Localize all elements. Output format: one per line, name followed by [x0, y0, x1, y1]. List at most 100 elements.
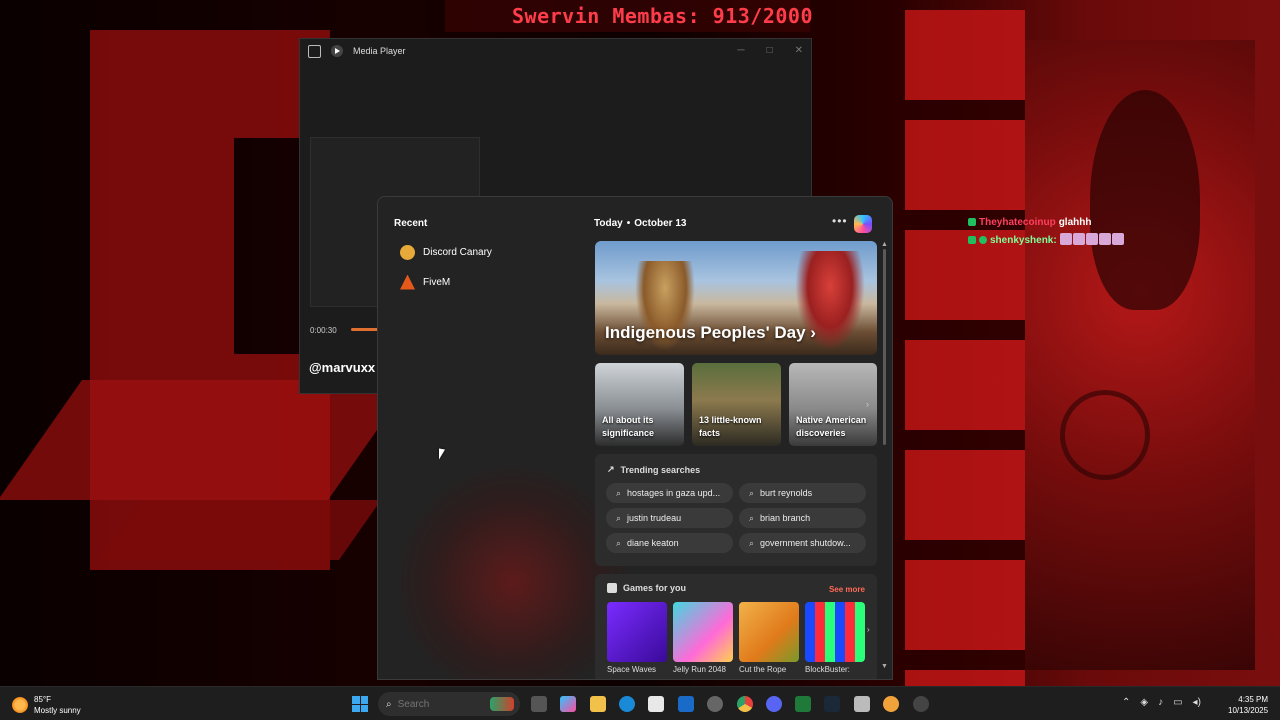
windows-start-icon[interactable]	[352, 696, 368, 712]
chat-username: Theyhatecoinup	[979, 216, 1056, 228]
chat-username: shenkyshenk:	[990, 234, 1057, 246]
chat-overlay: Theyhatecoinup glahhh shenkyshenk:	[968, 213, 1125, 249]
news-card[interactable]: 13 little-known facts	[692, 363, 781, 446]
hero-title: Indigenous Peoples' Day ›	[605, 323, 816, 342]
game-tile[interactable]: BlockBuster:	[805, 602, 865, 674]
discord-icon[interactable]	[766, 696, 782, 712]
trending-search-pill[interactable]: ⌕ hostages in gaza upd...	[606, 483, 733, 503]
chevron-right-icon[interactable]: ›	[867, 625, 870, 634]
store-icon[interactable]	[648, 696, 664, 712]
chevron-up-icon[interactable]: ⌃	[1122, 697, 1130, 708]
search-icon: ⌕	[749, 512, 755, 523]
discord-canary-icon	[400, 244, 415, 260]
search-icon: ⌕	[616, 537, 622, 548]
today-heading: Today • October 13	[594, 218, 686, 229]
trending-search-pill[interactable]: ⌕ government shutdow...	[739, 533, 866, 553]
taskbar-clock[interactable]: 4:35 PM 10/13/2025	[1228, 694, 1268, 716]
pill-label: diane keaton	[627, 538, 679, 548]
minimize-icon[interactable]: ─	[737, 45, 744, 56]
scrollbar[interactable]	[883, 249, 886, 445]
trending-search-pill[interactable]: ⌕ burt reynolds	[739, 483, 866, 503]
taskbar-search[interactable]: ⌕	[378, 692, 520, 716]
trending-search-pill[interactable]: ⌕ diane keaton	[606, 533, 733, 553]
wallpaper-vertical-text	[905, 10, 1025, 690]
chat-line: shenkyshenk:	[968, 231, 1125, 249]
chat-badge-icon	[968, 218, 976, 226]
recent-item-discord-canary[interactable]: Discord Canary	[400, 242, 492, 262]
mouse-cursor-icon	[439, 448, 445, 461]
maximize-icon[interactable]: □	[767, 45, 773, 56]
trending-search-pill[interactable]: ⌕ justin trudeau	[606, 508, 733, 528]
game-tile[interactable]: Cut the Rope	[739, 602, 799, 674]
wallpaper-stripe	[98, 500, 382, 560]
recent-item-fivem[interactable]: FiveM	[400, 272, 450, 292]
scroll-up-icon[interactable]: ▲	[881, 241, 888, 248]
game-tile[interactable]: Space Waves	[607, 602, 667, 674]
date-label: October 13	[634, 218, 687, 229]
recent-item-label: FiveM	[423, 276, 451, 288]
file-explorer-icon[interactable]	[590, 696, 606, 712]
task-view-icon[interactable]	[531, 696, 547, 712]
trending-searches-section: ↗ Trending searches ⌕ hostages in gaza up…	[595, 454, 877, 566]
microphone-icon[interactable]: ♪	[1158, 697, 1163, 708]
emote-icon	[1098, 232, 1111, 245]
pill-label: government shutdow...	[760, 538, 851, 548]
game-tile[interactable]: Jelly Run 2048	[673, 602, 733, 674]
game-name: Space Waves	[607, 665, 657, 674]
notepad-icon[interactable]	[854, 696, 870, 712]
artist-label: @marvuxx	[309, 360, 376, 375]
sun-icon	[12, 697, 28, 713]
app-icon[interactable]	[883, 696, 899, 712]
edge-icon[interactable]	[619, 696, 635, 712]
news-card[interactable]: All about its significance	[595, 363, 684, 446]
pill-label: hostages in gaza upd...	[627, 488, 721, 498]
fivem-icon	[400, 274, 415, 290]
emote-icon	[1111, 232, 1124, 245]
search-input[interactable]	[397, 698, 478, 710]
chat-badge-icon	[979, 236, 987, 244]
volume-icon[interactable]: ◂)	[1193, 697, 1201, 708]
news-card-label: All about its significance	[602, 415, 655, 438]
close-icon[interactable]: ✕	[795, 45, 803, 56]
home-icon[interactable]	[308, 44, 321, 58]
search-highlight-icon	[490, 697, 514, 711]
steam-icon[interactable]	[824, 696, 840, 712]
search-icon: ⌕	[749, 537, 755, 548]
chat-message: glahhh	[1058, 216, 1092, 228]
emote-icon	[1059, 232, 1072, 245]
weather-text: 85°F Mostly sunny	[34, 694, 81, 716]
news-card-label: Native American discoveries	[796, 415, 867, 438]
news-card[interactable]: Native American discoveries	[789, 363, 877, 446]
copilot-taskbar-icon[interactable]	[560, 696, 576, 712]
game-name: Jelly Run 2048	[673, 665, 726, 674]
recent-item-label: Discord Canary	[423, 246, 492, 258]
trending-title: Trending searches	[620, 464, 701, 475]
media-player-taskbar-icon[interactable]	[913, 696, 929, 712]
start-panel: Recent Discord Canary FiveM Today • Octobe…	[377, 196, 893, 680]
hero-card[interactable]: Indigenous Peoples' Day ›	[595, 241, 877, 355]
display-icon[interactable]: ▭	[1173, 697, 1182, 708]
search-icon: ⌕	[616, 512, 622, 523]
copilot-icon[interactable]	[854, 215, 872, 233]
chat-line: Theyhatecoinup glahhh	[968, 213, 1125, 231]
chat-emotes	[1059, 232, 1125, 248]
chrome-icon[interactable]	[737, 696, 753, 712]
media-player-titlebar[interactable]: Media Player	[300, 39, 811, 63]
scroll-down-icon[interactable]: ▼	[881, 663, 888, 670]
xbox-icon[interactable]	[795, 696, 811, 712]
pill-label: burt reynolds	[760, 488, 813, 498]
window-title: Media Player	[353, 46, 406, 56]
weather-widget[interactable]: 85°F Mostly sunny	[12, 694, 81, 716]
progress-bar[interactable]	[351, 328, 379, 331]
trending-arrow-icon: ↗	[607, 464, 615, 474]
chevron-right-icon[interactable]: ›	[866, 399, 869, 409]
search-icon: ⌕	[749, 487, 755, 498]
settings-gear-icon[interactable]	[707, 696, 723, 712]
game-name: BlockBuster:	[805, 665, 850, 674]
wallpaper-stripe	[0, 380, 413, 500]
network-icon[interactable]: ◈	[1140, 697, 1148, 708]
more-options-button[interactable]: •••	[832, 214, 848, 228]
trending-search-pill[interactable]: ⌕ brian branch	[739, 508, 866, 528]
see-more-link[interactable]: See more	[829, 585, 865, 594]
outlook-icon[interactable]	[678, 696, 694, 712]
